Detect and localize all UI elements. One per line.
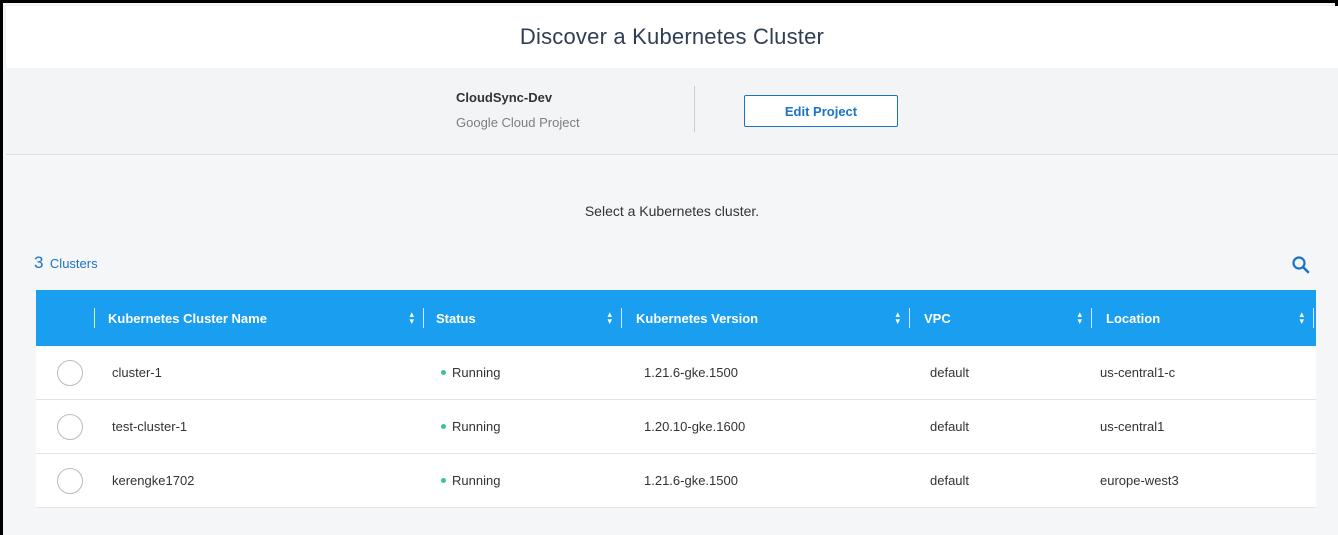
status-running-icon: [441, 370, 446, 376]
status-running-icon: [441, 424, 446, 430]
column-header-label: VPC: [924, 310, 951, 326]
cluster-location: us-central1-c: [1100, 365, 1176, 380]
project-bar: CloudSync-Dev Google Cloud Project Edit …: [6, 68, 1338, 155]
status-text: Running: [452, 419, 501, 434]
cluster-name: kerengke1702: [112, 473, 195, 488]
row-select-radio[interactable]: [57, 414, 83, 440]
cluster-status: Running: [441, 473, 500, 488]
sort-icon: ▴ ▾: [607, 309, 612, 326]
status-text: Running: [452, 473, 501, 488]
cluster-location: europe-west3: [1100, 473, 1179, 488]
cluster-version: 1.20.10-gke.1600: [644, 419, 746, 434]
table-row[interactable]: cluster-1 Running 1.21.6-gke.1500 defaul…: [36, 346, 1316, 400]
page-header: Discover a Kubernetes Cluster: [6, 6, 1338, 68]
header-separator: [1313, 308, 1314, 328]
edit-project-button[interactable]: Edit Project: [744, 95, 898, 127]
cluster-version: 1.21.6-gke.1500: [644, 365, 738, 380]
status-running-icon: [441, 478, 446, 484]
sort-icon: ▴ ▾: [1077, 309, 1082, 326]
page-title: Discover a Kubernetes Cluster: [519, 24, 825, 49]
cluster-name: cluster-1: [112, 365, 162, 380]
header-separator: [94, 308, 95, 328]
column-header-location[interactable]: Location ▴ ▾: [1092, 290, 1314, 346]
row-select-radio[interactable]: [57, 468, 83, 494]
column-header-kubernetes-version[interactable]: Kubernetes Version ▴ ▾: [622, 290, 910, 346]
sort-icon: ▴ ▾: [895, 309, 900, 326]
row-select-radio[interactable]: [57, 360, 83, 386]
table-row[interactable]: test-cluster-1 Running 1.20.10-gke.1600 …: [36, 400, 1316, 454]
column-header-status[interactable]: Status ▴ ▾: [424, 290, 622, 346]
clusters-table: Kubernetes Cluster Name ▴ ▾ Status ▴ ▾ Kub…: [36, 290, 1316, 508]
cluster-vpc: default: [930, 419, 970, 434]
cluster-status: Running: [441, 419, 500, 434]
cluster-version: 1.21.6-gke.1500: [644, 473, 738, 488]
project-name: CloudSync-Dev: [456, 90, 553, 105]
cluster-location: us-central1: [1100, 419, 1165, 434]
sort-icon: ▴ ▾: [1299, 309, 1304, 326]
cluster-vpc: default: [930, 365, 970, 380]
cluster-count-label: Clusters: [49, 256, 98, 271]
sort-icon: ▴ ▾: [409, 309, 414, 326]
column-header-label: Status: [436, 310, 476, 326]
main-content: Select a Kubernetes cluster. 3 Clusters …: [6, 155, 1338, 535]
project-type: Google Cloud Project: [456, 115, 580, 130]
column-header-label: Location: [1106, 310, 1161, 326]
cluster-vpc: default: [930, 473, 970, 488]
cluster-count: 3 Clusters: [34, 253, 98, 273]
search-icon[interactable]: [1291, 255, 1311, 275]
column-header-vpc[interactable]: VPC ▴ ▾: [910, 290, 1092, 346]
cluster-count-number: 3: [34, 253, 44, 272]
column-header-label: Kubernetes Version: [636, 310, 759, 326]
window-frame: Discover a Kubernetes Cluster CloudSync-…: [0, 0, 1338, 535]
status-text: Running: [452, 365, 501, 380]
project-info: CloudSync-Dev Google Cloud Project: [456, 90, 580, 130]
table-row[interactable]: kerengke1702 Running 1.21.6-gke.1500 def…: [36, 454, 1316, 508]
cluster-status: Running: [441, 365, 500, 380]
table-header: Kubernetes Cluster Name ▴ ▾ Status ▴ ▾ Kub…: [36, 290, 1316, 346]
select-cluster-prompt: Select a Kubernetes cluster.: [584, 203, 760, 219]
column-header-cluster-name[interactable]: Kubernetes Cluster Name ▴ ▾: [96, 290, 424, 346]
divider: [694, 86, 695, 132]
column-header-label: Kubernetes Cluster Name: [108, 310, 267, 326]
cluster-name: test-cluster-1: [112, 419, 188, 434]
